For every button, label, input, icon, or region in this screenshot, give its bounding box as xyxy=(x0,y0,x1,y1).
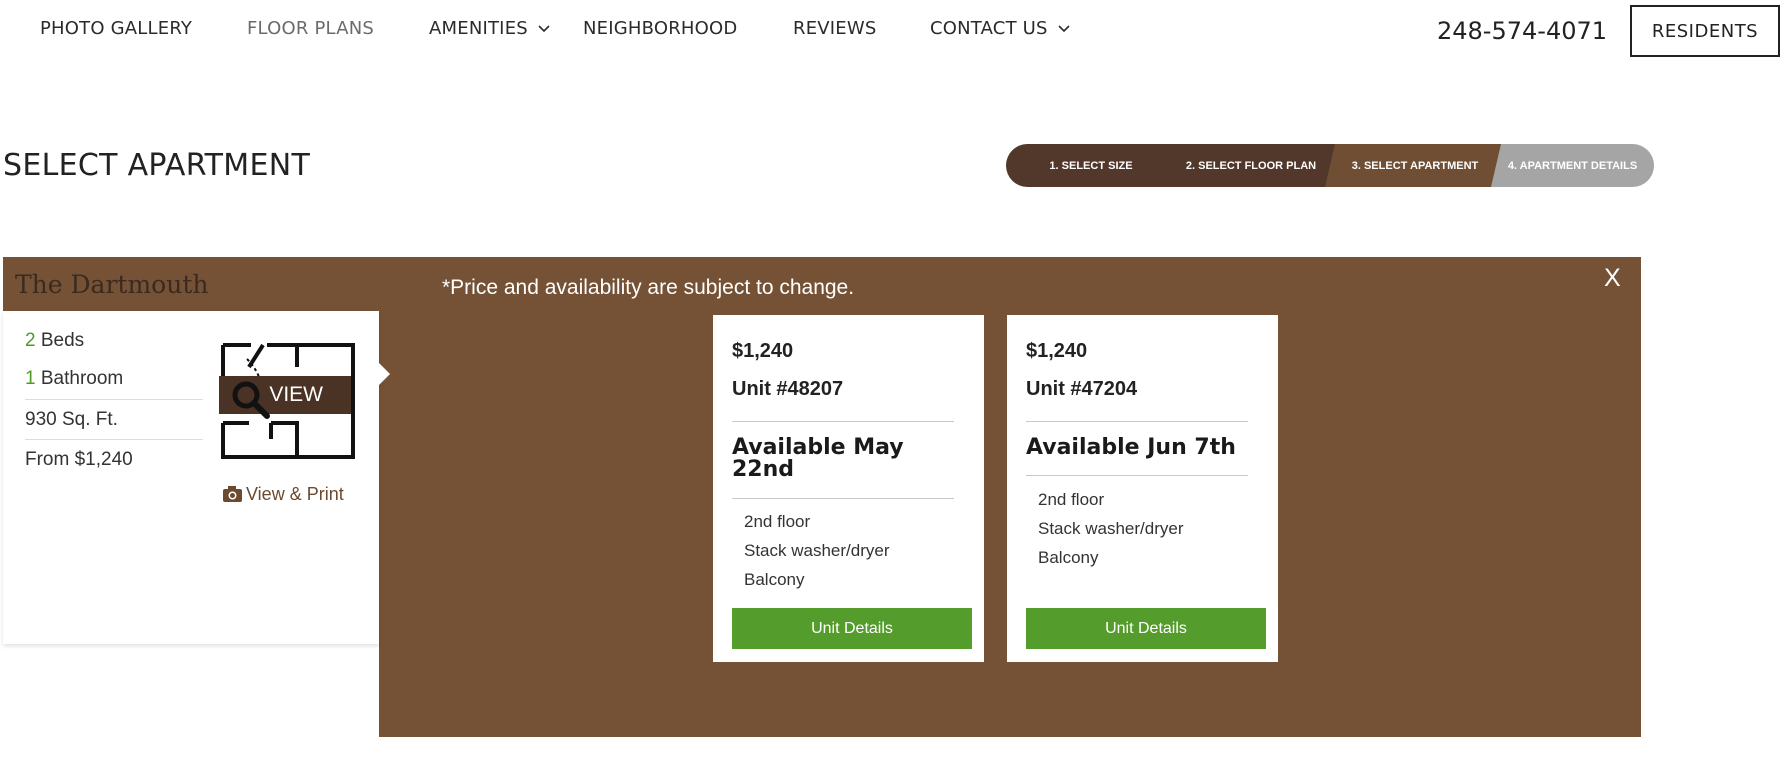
divider xyxy=(25,399,203,400)
unit-feature: 2nd floor xyxy=(744,512,811,531)
divider xyxy=(25,439,203,440)
divider xyxy=(1026,421,1248,422)
nav-contact-us-label: CONTACT US xyxy=(930,18,1048,39)
unit-feature: Stack washer/dryer xyxy=(1038,519,1184,538)
plan-beds: 2 Beds xyxy=(25,330,84,352)
step-select-apartment[interactable]: 3. SELECT APARTMENT xyxy=(1325,144,1505,187)
unit-feature: Stack washer/dryer xyxy=(744,541,890,560)
page-title: SELECT APARTMENT xyxy=(3,148,311,183)
unit-details-button[interactable]: Unit Details xyxy=(732,608,972,649)
chevron-down-icon xyxy=(1058,25,1070,33)
divider xyxy=(732,421,954,422)
phone-number[interactable]: 248-574-4071 xyxy=(1437,17,1607,45)
nav-floor-plans[interactable]: FLOOR PLANS xyxy=(247,18,374,39)
chevron-down-icon xyxy=(538,25,550,33)
magnifier-icon xyxy=(232,381,270,419)
divider xyxy=(1026,475,1248,476)
unit-availability: Available Jun 7th xyxy=(1026,435,1236,460)
view-print-label: View & Print xyxy=(246,484,344,504)
baths-count: 1 xyxy=(25,368,36,389)
divider xyxy=(732,498,954,499)
view-print-link[interactable]: View & Print xyxy=(223,484,344,505)
unit-number: Unit #48207 xyxy=(732,378,844,400)
plan-sqft: 930 Sq. Ft. xyxy=(25,409,118,430)
step-apartment-details: 4. APARTMENT DETAILS xyxy=(1491,144,1654,187)
step-progress: 1. SELECT SIZE 2. SELECT FLOOR PLAN 3. S… xyxy=(1006,144,1654,187)
nav-neighborhood[interactable]: NEIGHBORHOOD xyxy=(583,18,737,39)
view-label: VIEW xyxy=(269,383,323,406)
residents-button[interactable]: RESIDENTS xyxy=(1630,5,1780,57)
unit-feature: Balcony xyxy=(1038,548,1099,567)
unit-price: $1,240 xyxy=(1026,340,1088,362)
plan-from-price: From $1,240 xyxy=(25,449,133,470)
baths-label: Bathroom xyxy=(40,368,124,389)
close-button[interactable]: X xyxy=(1604,264,1621,293)
beds-count: 2 xyxy=(25,330,36,351)
unit-details-button[interactable]: Unit Details xyxy=(1026,608,1266,649)
nav-amenities[interactable]: AMENITIES xyxy=(429,18,550,39)
nav-contact-us[interactable]: CONTACT US xyxy=(930,18,1070,39)
plan-baths: 1 Bathroom xyxy=(25,368,123,390)
beds-label: Beds xyxy=(40,330,85,351)
unit-number: Unit #47204 xyxy=(1026,378,1138,400)
unit-price: $1,240 xyxy=(732,340,794,362)
nav-amenities-label: AMENITIES xyxy=(429,18,528,39)
step-select-floor-plan[interactable]: 2. SELECT FLOOR PLAN xyxy=(1161,144,1341,187)
camera-icon xyxy=(223,486,242,502)
step-select-size[interactable]: 1. SELECT SIZE xyxy=(1006,144,1176,187)
plan-pointer-arrow xyxy=(379,363,390,385)
unit-availability: Available May 22nd xyxy=(732,435,904,482)
plan-name: The Dartmouth xyxy=(15,270,209,299)
nav-reviews[interactable]: REVIEWS xyxy=(793,18,877,39)
price-disclaimer: *Price and availability are subject to c… xyxy=(442,276,855,299)
unit-feature: Balcony xyxy=(744,570,805,589)
unit-card: $1,240 Unit #47204 Available Jun 7th 2nd… xyxy=(1007,315,1278,662)
nav-photo-gallery[interactable]: PHOTO GALLERY xyxy=(40,18,192,39)
unit-feature: 2nd floor xyxy=(1038,490,1105,509)
unit-card: $1,240 Unit #48207 Available May 22nd 2n… xyxy=(713,315,984,662)
